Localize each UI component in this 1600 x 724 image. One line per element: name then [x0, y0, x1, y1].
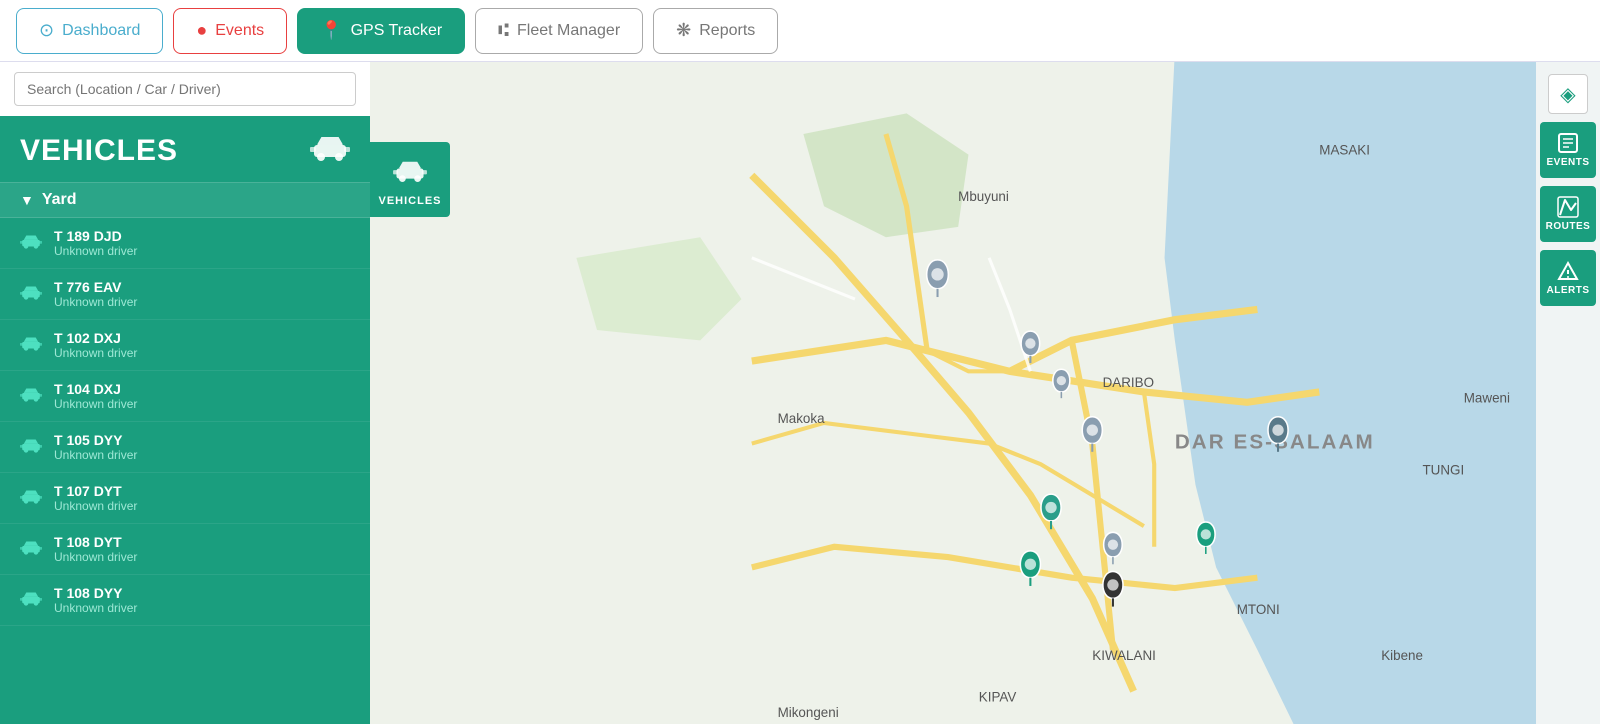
vehicles-car-icon: [310, 135, 350, 168]
events-right-button[interactable]: EVENTS: [1540, 122, 1596, 178]
layers-button[interactable]: ◈: [1548, 74, 1588, 114]
vehicle-car-icon: [20, 283, 42, 306]
reports-label: Reports: [699, 22, 755, 40]
vehicles-title: VEHICLES: [20, 134, 178, 168]
vehicle-car-icon: [20, 334, 42, 357]
nav-fleet-manager-button[interactable]: ⑆ Fleet Manager: [475, 8, 643, 54]
svg-text:Makoka: Makoka: [778, 411, 825, 426]
vehicle-car-icon: [20, 385, 42, 408]
yard-section: ▼ Yard: [0, 182, 370, 218]
vehicle-car-icon: [20, 538, 42, 561]
svg-text:MTONI: MTONI: [1237, 602, 1280, 617]
search-input[interactable]: [14, 72, 356, 106]
reports-icon: ❋: [676, 20, 691, 41]
events-icon: ●: [196, 20, 207, 41]
layers-icon: ◈: [1560, 82, 1575, 107]
nav-reports-button[interactable]: ❋ Reports: [653, 8, 778, 54]
fleet-icon: ⑆: [498, 20, 509, 41]
vehicle-list-item[interactable]: T 107 DYT Unknown driver: [0, 473, 370, 524]
vehicles-float-button[interactable]: VEHICLES: [370, 142, 450, 217]
gps-icon: 📍: [320, 20, 342, 41]
chevron-down-icon: ▼: [20, 192, 34, 208]
main-layout: VEHICLES ▼ Yard: [0, 62, 1600, 724]
svg-text:KIWALANI: KIWALANI: [1092, 648, 1156, 663]
events-right-label: EVENTS: [1546, 157, 1589, 168]
vehicle-list-item[interactable]: T 108 DYY Unknown driver: [0, 575, 370, 626]
svg-text:MASAKI: MASAKI: [1319, 143, 1370, 158]
vehicle-list-item[interactable]: T 108 DYT Unknown driver: [0, 524, 370, 575]
vehicle-list-item[interactable]: T 105 DYY Unknown driver: [0, 422, 370, 473]
vehicle-driver: Unknown driver: [54, 550, 137, 564]
dashboard-icon: ⊙: [39, 20, 54, 41]
vehicle-list-item[interactable]: T 104 DXJ Unknown driver: [0, 371, 370, 422]
yard-header[interactable]: ▼ Yard: [0, 182, 370, 218]
events-right-icon: [1557, 132, 1579, 154]
yard-label: Yard: [42, 191, 77, 209]
vehicle-list: T 189 DJD Unknown driver T 776 EAV Unkno…: [0, 218, 370, 724]
search-bar: [0, 62, 370, 116]
svg-text:TUNGI: TUNGI: [1422, 463, 1464, 478]
map-svg: MASAKI Mbuyuni Makoka DARIBO DAR ES-SALA…: [370, 62, 1536, 724]
vehicle-driver: Unknown driver: [54, 346, 137, 360]
vehicle-list-item[interactable]: T 102 DXJ Unknown driver: [0, 320, 370, 371]
top-navigation: ⊙ Dashboard ● Events 📍 GPS Tracker ⑆ Fle…: [0, 0, 1600, 62]
events-label: Events: [215, 22, 264, 40]
svg-text:Maweni: Maweni: [1464, 390, 1510, 405]
vehicle-car-icon: [20, 436, 42, 459]
vehicle-id: T 108 DYT: [54, 534, 137, 550]
vehicle-driver: Unknown driver: [54, 244, 137, 258]
alerts-right-button[interactable]: ALERTS: [1540, 250, 1596, 306]
vehicles-header: VEHICLES: [0, 116, 370, 182]
vehicle-id: T 105 DYY: [54, 432, 137, 448]
vehicle-id: T 104 DXJ: [54, 381, 137, 397]
dashboard-label: Dashboard: [62, 22, 140, 40]
float-vehicles-label: VEHICLES: [378, 195, 441, 207]
svg-text:Mikongeni: Mikongeni: [778, 705, 839, 720]
right-sidebar: ◈ EVENTS ROUTES ALERTS: [1536, 62, 1600, 724]
vehicle-id: T 776 EAV: [54, 279, 137, 295]
nav-dashboard-button[interactable]: ⊙ Dashboard: [16, 8, 163, 54]
svg-text:DARIBO: DARIBO: [1103, 375, 1154, 390]
float-car-icon: [393, 158, 427, 189]
vehicle-driver: Unknown driver: [54, 499, 137, 513]
vehicle-id: T 102 DXJ: [54, 330, 137, 346]
vehicle-driver: Unknown driver: [54, 448, 137, 462]
vehicle-driver: Unknown driver: [54, 295, 137, 309]
vehicle-driver: Unknown driver: [54, 601, 137, 615]
alerts-right-label: ALERTS: [1547, 285, 1590, 296]
vehicle-car-icon: [20, 589, 42, 612]
svg-text:KIPAV: KIPAV: [979, 690, 1017, 705]
vehicle-id: T 108 DYY: [54, 585, 137, 601]
routes-right-label: ROUTES: [1546, 221, 1591, 232]
nav-events-button[interactable]: ● Events: [173, 8, 287, 54]
routes-right-icon: [1557, 196, 1579, 218]
vehicle-list-item[interactable]: T 189 DJD Unknown driver: [0, 218, 370, 269]
routes-right-button[interactable]: ROUTES: [1540, 186, 1596, 242]
nav-gps-tracker-button[interactable]: 📍 GPS Tracker: [297, 8, 465, 54]
vehicle-id: T 107 DYT: [54, 483, 137, 499]
vehicle-car-icon: [20, 232, 42, 255]
svg-text:Mbuyuni: Mbuyuni: [958, 189, 1009, 204]
sidebar: VEHICLES ▼ Yard: [0, 62, 370, 724]
alerts-right-icon: [1557, 260, 1579, 282]
svg-text:Kibene: Kibene: [1381, 648, 1423, 663]
vehicle-id: T 189 DJD: [54, 228, 137, 244]
vehicle-driver: Unknown driver: [54, 397, 137, 411]
vehicle-car-icon: [20, 487, 42, 510]
gps-tracker-label: GPS Tracker: [351, 22, 443, 40]
vehicle-list-item[interactable]: T 776 EAV Unknown driver: [0, 269, 370, 320]
fleet-manager-label: Fleet Manager: [517, 22, 620, 40]
map-container[interactable]: MASAKI Mbuyuni Makoka DARIBO DAR ES-SALA…: [370, 62, 1536, 724]
